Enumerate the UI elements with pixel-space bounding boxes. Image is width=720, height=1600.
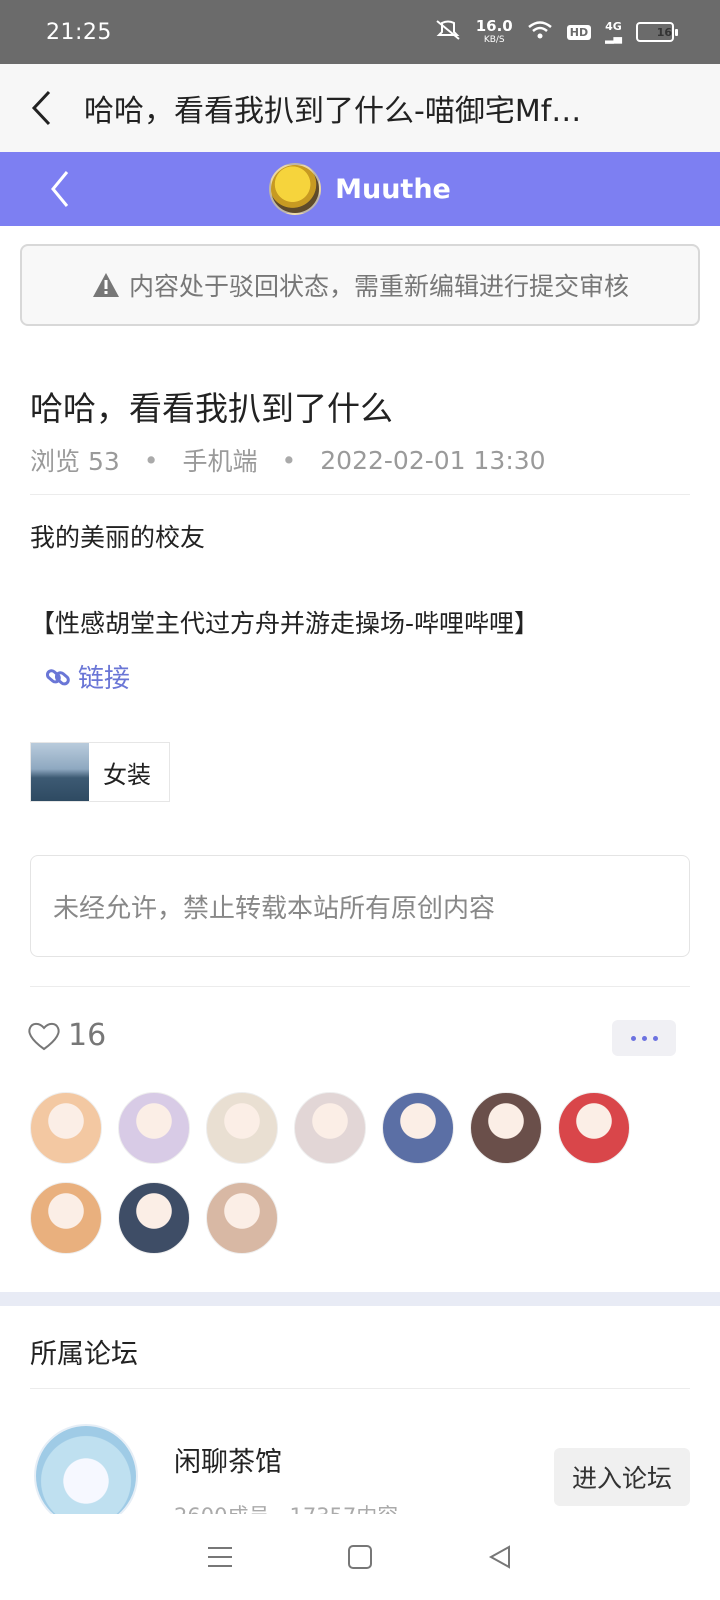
status-icons: 16.0 KB/S HD 4G ▂▄ 16 [434, 19, 678, 45]
tag-thumbnail [31, 743, 89, 801]
menu-button[interactable] [190, 1527, 250, 1587]
separator-dot: • [143, 445, 159, 475]
more-dot [630, 1035, 636, 1041]
forum-stats: 2600成员 · 17357内容 [174, 1500, 398, 1514]
liker-avatar[interactable] [206, 1182, 278, 1254]
divider [30, 494, 690, 495]
browser-title-bar: 哈哈，看看我扒到了什么-喵御宅Mf… [0, 64, 720, 152]
enter-forum-button[interactable]: 进入论坛 [554, 1448, 690, 1506]
warning-icon [92, 273, 119, 297]
post-meta: 浏览 53 • 手机端 • 2022-02-01 13:30 [30, 442, 546, 478]
separator-dot: • [281, 445, 297, 475]
tag-label: 女装 [103, 760, 151, 789]
notice-text: 未经允许，禁止转载本站所有原创内容 [53, 893, 496, 924]
liker-avatar[interactable] [294, 1092, 366, 1164]
avatar [269, 163, 322, 215]
home-square-icon [348, 1545, 372, 1569]
network-speed: 16.0 KB/S [476, 19, 513, 45]
like-count: 16 [68, 1018, 107, 1053]
browser-page-title: 哈哈，看看我扒到了什么-喵御宅Mf… [84, 94, 582, 129]
topic-tag[interactable]: 女装 [30, 742, 170, 802]
chevron-left-icon [51, 171, 69, 207]
status-time: 21:25 [46, 19, 112, 45]
more-dot [652, 1035, 658, 1041]
post-link[interactable]: 链接 [44, 658, 130, 695]
section-separator [0, 1292, 720, 1306]
liker-avatar[interactable] [118, 1092, 190, 1164]
forum-avatar[interactable] [34, 1424, 138, 1528]
battery-icon: 16 [636, 22, 678, 42]
speed-value: 16.0 [475, 17, 513, 35]
username: Muuthe [335, 173, 451, 205]
warning-text: 内容处于驳回状态，需重新编辑进行提交审核 [128, 272, 629, 301]
liker-avatar[interactable] [30, 1182, 102, 1254]
back-nav-button[interactable] [470, 1527, 530, 1587]
mute-icon [434, 19, 462, 45]
liker-avatar[interactable] [206, 1092, 278, 1164]
more-options-button[interactable] [612, 1020, 676, 1056]
hd-badge: HD [566, 24, 592, 40]
rejection-warning: 内容处于驳回状态，需重新编辑进行提交审核 [20, 244, 700, 326]
liker-avatar[interactable] [118, 1182, 190, 1254]
browser-back-button[interactable] [0, 64, 84, 152]
heart-icon [28, 1022, 60, 1050]
home-button[interactable] [330, 1527, 390, 1587]
menu-icon [208, 1547, 232, 1567]
copyright-notice: 未经允许，禁止转载本站所有原创内容 [30, 855, 690, 957]
system-nav-bar [0, 1514, 720, 1600]
post-title: 哈哈，看看我扒到了什么 [30, 389, 393, 428]
post-body-line: 【性感胡堂主代过方舟并游走操场-哔哩哔哩】 [30, 609, 540, 638]
forum-name[interactable]: 闲聊茶馆 [174, 1440, 282, 1479]
speed-unit: KB/S [483, 35, 505, 45]
divider [30, 986, 690, 987]
liker-avatar[interactable] [470, 1092, 542, 1164]
header-user[interactable]: Muuthe [269, 163, 451, 215]
more-dot [641, 1035, 647, 1041]
liker-avatars [30, 1092, 700, 1254]
liker-avatar[interactable] [382, 1092, 454, 1164]
liker-avatar[interactable] [30, 1092, 102, 1164]
battery-level: 16 [656, 25, 672, 39]
status-bar: 21:25 16.0 KB/S HD 4G ▂▄ 16 [0, 0, 720, 64]
post-datetime: 2022-02-01 13:30 [320, 445, 546, 475]
forum-section-heading: 所属论坛 [30, 1339, 138, 1370]
link-icon [45, 668, 70, 685]
back-button[interactable] [30, 152, 90, 226]
liker-avatar[interactable] [558, 1092, 630, 1164]
chevron-left-icon [31, 90, 51, 126]
site-header: Muuthe [0, 152, 720, 226]
link-label: 链接 [78, 664, 131, 694]
divider [30, 1388, 690, 1389]
view-count: 浏览 53 [30, 447, 120, 476]
post-platform: 手机端 [182, 447, 258, 476]
back-triangle-icon [488, 1545, 510, 1569]
wifi-icon [527, 20, 553, 44]
cellular-signal-icon: 4G ▂▄ [605, 20, 622, 44]
like-button[interactable]: 16 [26, 1018, 106, 1053]
post-body-line: 我的美丽的校友 [30, 523, 206, 552]
